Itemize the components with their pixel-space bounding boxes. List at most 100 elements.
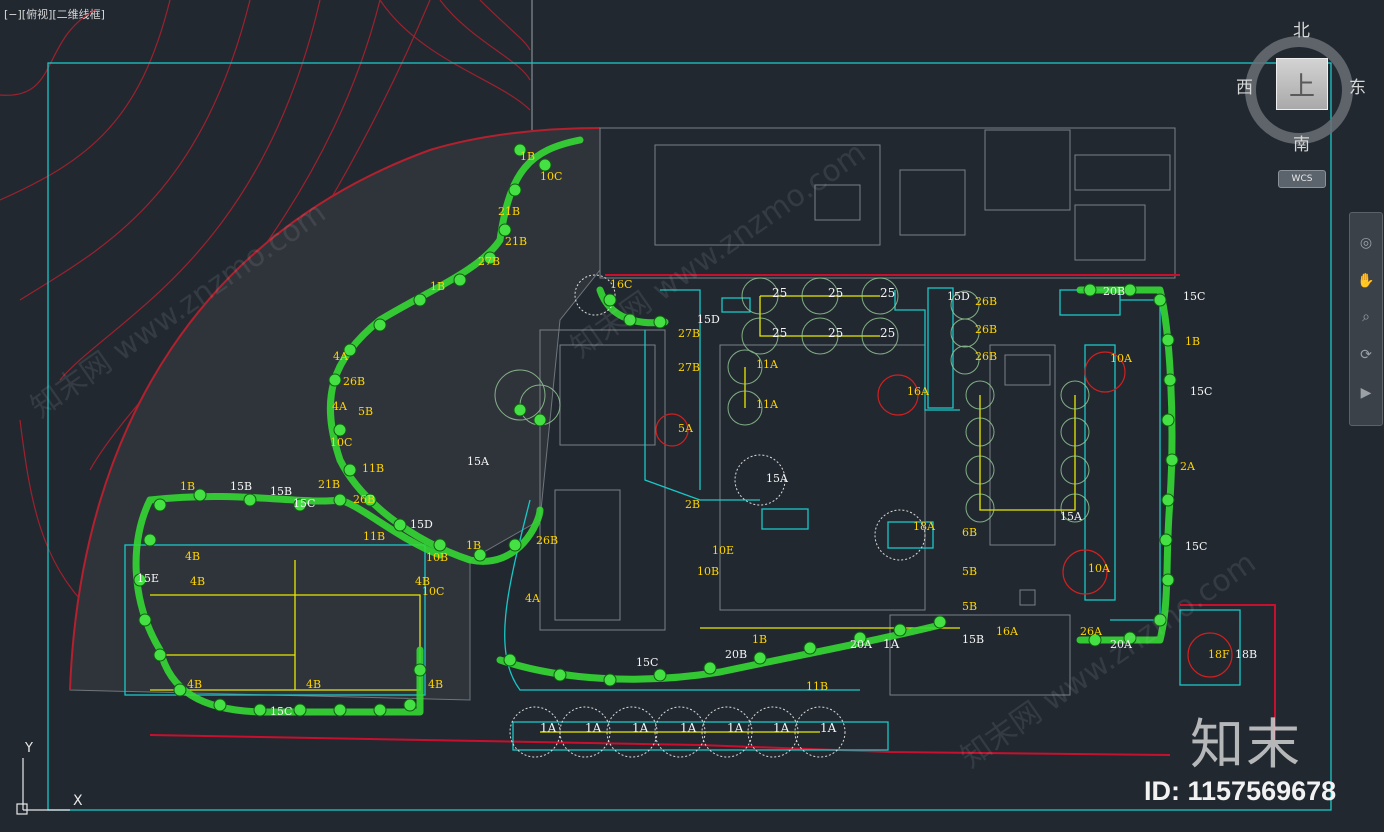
plant-label: 1A — [820, 721, 837, 735]
plant-label: 1A — [727, 721, 744, 735]
tree-marker — [153, 648, 167, 662]
wcs-menu-button[interactable]: WCS — [1278, 170, 1326, 188]
plant-label: 15D — [697, 313, 720, 326]
plant-label: 11B — [363, 530, 385, 543]
plant-label: 16A — [907, 385, 930, 398]
plant-label: 4B — [190, 575, 205, 588]
plant-label: 4B — [306, 678, 321, 691]
plant-label: 1B — [752, 633, 767, 646]
tree-marker — [603, 673, 617, 687]
plant-label: 15B — [962, 633, 984, 646]
plant-label: 10C — [540, 170, 562, 183]
plant-label: 11B — [806, 680, 828, 693]
tree-marker — [703, 661, 717, 675]
tree-marker — [1159, 533, 1173, 547]
plant-label: 25 — [772, 326, 787, 340]
plant-label: 1B — [180, 480, 195, 493]
tree-marker — [653, 668, 667, 682]
plant-label: 10B — [426, 551, 448, 564]
tree-marker — [403, 698, 417, 712]
tree-marker — [753, 651, 767, 665]
brand-logo: 知末 — [1190, 713, 1302, 776]
tree-marker — [253, 703, 267, 717]
plant-label: 5A — [678, 422, 694, 435]
tree-marker — [143, 533, 157, 547]
plant-label: 5B — [962, 565, 977, 578]
plant-label: 15D — [947, 290, 970, 303]
plant-label: 15B — [230, 480, 252, 493]
plant-label: 1A — [680, 721, 697, 735]
tree-marker — [1153, 293, 1167, 307]
plant-label: 11A — [756, 398, 779, 411]
compass-west[interactable]: 西 — [1236, 73, 1253, 98]
plant-label: 25 — [880, 326, 895, 340]
viewcube[interactable]: 上 北 南 东 西 WCS — [1232, 14, 1372, 194]
steering-wheel-icon[interactable]: ◎ — [1356, 233, 1376, 253]
plant-label: 4A — [525, 592, 541, 605]
tree-marker — [373, 318, 387, 332]
tree-marker — [328, 373, 342, 387]
plant-label: 10A — [1110, 352, 1133, 365]
compass-south[interactable]: 南 — [1293, 130, 1310, 155]
tree-marker — [513, 403, 527, 417]
tree-marker — [433, 538, 447, 552]
viewcube-top-face[interactable]: 上 — [1276, 58, 1328, 110]
orbit-icon[interactable]: ⟳ — [1356, 345, 1376, 365]
tree-marker — [393, 518, 407, 532]
plant-label: 18A — [913, 520, 936, 533]
tree-marker — [508, 183, 522, 197]
image-id: ID: 1157569678 — [1144, 776, 1337, 806]
ucs-icon — [16, 758, 70, 815]
cad-drawing-canvas[interactable]: 1B21B10C21B27B1B4A26B4A 5B10C15A11B1B 15B1… — [0, 0, 1384, 832]
plant-label: 15E — [137, 572, 159, 585]
plant-label: 26B — [975, 350, 997, 363]
plant-label: 10C — [330, 436, 352, 449]
tree-marker — [803, 641, 817, 655]
plant-label: 27B — [478, 255, 500, 268]
plant-label: 26B — [343, 375, 365, 388]
plant-label: 5B — [358, 405, 373, 418]
plant-label: 15C — [270, 705, 292, 718]
plant-label: 15A — [1060, 510, 1083, 523]
plant-label: 15C — [1190, 385, 1212, 398]
plant-label: 15D — [410, 518, 433, 531]
tree-marker — [1165, 453, 1179, 467]
plant-label: 10B — [697, 565, 719, 578]
plant-label: 1A — [883, 637, 900, 651]
tree-marker — [1083, 283, 1097, 297]
tree-marker — [503, 653, 517, 667]
plant-label: 11A — [756, 358, 779, 371]
tree-marker — [213, 698, 227, 712]
plant-label: 15C — [293, 497, 315, 510]
plant-label: 15C — [1185, 540, 1207, 553]
plant-label: 27B — [678, 327, 700, 340]
tree-marker — [1161, 413, 1175, 427]
tree-marker — [413, 293, 427, 307]
plant-label: 26B — [353, 493, 375, 506]
tree-marker — [333, 703, 347, 717]
tree-marker — [533, 413, 547, 427]
plant-label: 26B — [975, 323, 997, 336]
plant-label: 2B — [685, 498, 700, 511]
plant-label: 25 — [772, 286, 787, 300]
pan-icon[interactable]: ✋ — [1356, 271, 1376, 291]
plant-label: 15A — [766, 472, 789, 485]
plant-label: 1B — [520, 150, 535, 163]
compass-east[interactable]: 东 — [1349, 73, 1366, 98]
plant-label: 27B — [678, 361, 700, 374]
compass-north[interactable]: 北 — [1293, 16, 1310, 41]
navigation-bar: ◎ ✋ ⌕ ⟳ ▶ — [1349, 212, 1383, 426]
plant-label: 18B — [1235, 648, 1257, 661]
plant-label: 21B — [318, 478, 340, 491]
building-plan — [539, 127, 1176, 696]
plant-label: 15B — [270, 485, 292, 498]
zoom-icon[interactable]: ⌕ — [1356, 307, 1376, 327]
showmotion-icon[interactable]: ▶ — [1356, 383, 1376, 403]
tree-marker — [413, 663, 427, 677]
ucs-y-axis-label: Y — [25, 741, 33, 756]
tree-marker — [243, 493, 257, 507]
plant-label: 4A — [332, 400, 348, 413]
plant-label: 15C — [636, 656, 658, 669]
plant-label: 25 — [828, 326, 843, 340]
tree-marker — [553, 668, 567, 682]
